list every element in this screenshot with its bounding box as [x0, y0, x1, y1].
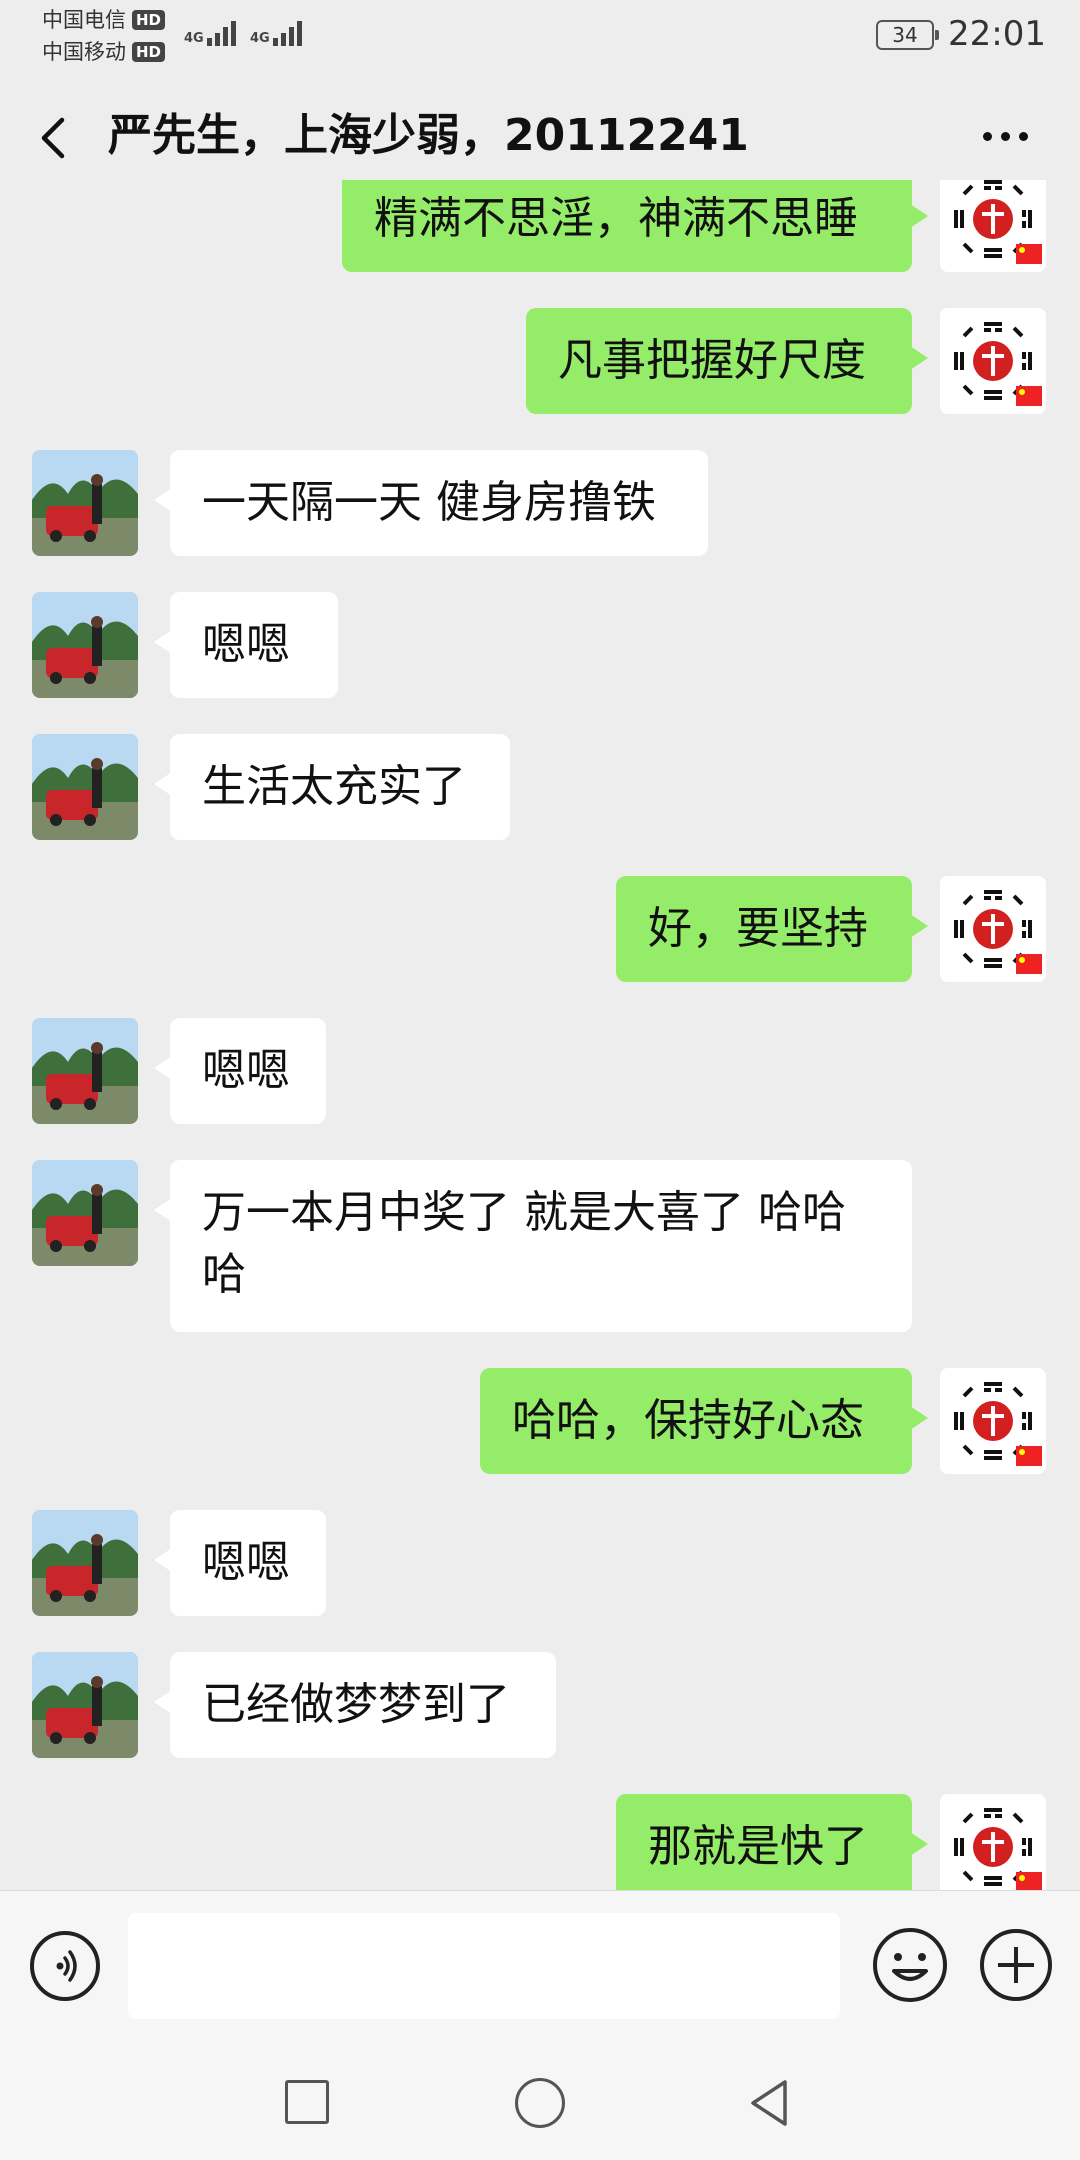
system-nav-bar	[0, 2040, 1080, 2160]
contact-photo-icon	[32, 734, 138, 840]
carrier-name-1: 中国电信	[42, 8, 126, 32]
back-button[interactable]	[28, 110, 78, 166]
status-bar: 中国电信 HD 中国移动 HD 4G 4G 34 22:01	[0, 0, 1080, 70]
contact-avatar[interactable]	[32, 734, 138, 840]
hd-badge: HD	[132, 42, 166, 62]
contact-avatar[interactable]	[32, 592, 138, 698]
contact-avatar[interactable]	[32, 1018, 138, 1124]
contact-photo-icon	[32, 1018, 138, 1124]
my-avatar[interactable]	[940, 308, 1046, 414]
message-bubble-received[interactable]: 一天隔一天 健身房撸铁	[154, 450, 708, 556]
triangle-back-icon	[751, 2080, 787, 2126]
bagua-logo-icon	[940, 1794, 1046, 1890]
contact-avatar[interactable]	[32, 1160, 138, 1266]
network-type-label: 4G	[184, 31, 204, 46]
bagua-logo-icon	[940, 876, 1046, 982]
recent-apps-button[interactable]	[285, 2080, 329, 2124]
message-bubble-received[interactable]: 万一本月中奖了 就是大喜了 哈哈哈	[154, 1160, 912, 1332]
message-bubble-sent[interactable]: 好，要坚持	[616, 876, 928, 982]
chevron-left-icon	[41, 117, 65, 159]
battery-level: 34	[892, 23, 918, 47]
my-avatar[interactable]	[940, 1794, 1046, 1890]
clock: 22:01	[948, 14, 1046, 54]
emoji-icon	[873, 1928, 947, 2002]
message-bubble-sent[interactable]: 那就是快了	[616, 1794, 928, 1890]
voice-button[interactable]	[30, 1931, 100, 2001]
carrier-name-2: 中国移动	[42, 40, 126, 64]
bagua-logo-icon	[940, 308, 1046, 414]
contact-avatar[interactable]	[32, 1510, 138, 1616]
emoji-button[interactable]	[870, 1925, 950, 2005]
more-functions-button[interactable]	[978, 1927, 1054, 2003]
bagua-logo-icon	[940, 1368, 1046, 1474]
network-type-label: 4G	[250, 31, 270, 46]
bagua-logo-icon	[940, 180, 1046, 272]
more-options-button[interactable]	[970, 108, 1040, 164]
contact-photo-icon	[32, 592, 138, 698]
message-input[interactable]	[128, 1913, 840, 2019]
contact-photo-icon	[32, 1160, 138, 1266]
message-bubble-sent[interactable]: 凡事把握好尺度	[526, 308, 928, 414]
contact-photo-icon	[32, 1652, 138, 1758]
chat-title: 严先生，上海少弱，20112241	[108, 110, 749, 161]
my-avatar[interactable]	[940, 1368, 1046, 1474]
message-bubble-sent[interactable]: 精满不思淫，神满不思睡	[342, 180, 928, 272]
hd-badge: HD	[132, 10, 166, 30]
contact-photo-icon	[32, 450, 138, 556]
my-avatar[interactable]	[940, 180, 1046, 272]
message-bubble-received[interactable]: 嗯嗯	[154, 592, 338, 698]
signal-icon: 4G	[250, 20, 302, 46]
message-bubble-sent[interactable]: 哈哈，保持好心态	[480, 1368, 928, 1474]
carrier-info: 中国电信 HD 中国移动 HD	[42, 4, 166, 68]
contact-avatar[interactable]	[32, 1652, 138, 1758]
contact-avatar[interactable]	[32, 450, 138, 556]
system-back-button[interactable]	[745, 2076, 795, 2130]
my-avatar[interactable]	[940, 876, 1046, 982]
chat-header: 严先生，上海少弱，20112241	[0, 96, 1080, 180]
message-bubble-received[interactable]: 嗯嗯	[154, 1018, 326, 1124]
voice-icon	[56, 1950, 77, 1982]
message-bubble-received[interactable]: 生活太充实了	[154, 734, 510, 840]
message-bubble-received[interactable]: 已经做梦梦到了	[154, 1652, 556, 1758]
signal-icon: 4G	[184, 20, 236, 46]
message-list[interactable]: 精满不思淫，神满不思睡 凡事把握好尺度 一天隔一天 健身房撸铁 嗯嗯 生活太充实…	[0, 180, 1080, 1890]
battery-icon: 34	[876, 20, 939, 50]
contact-photo-icon	[32, 1510, 138, 1616]
more-horizontal-icon	[982, 131, 992, 141]
home-button[interactable]	[515, 2078, 565, 2128]
input-bar	[0, 1890, 1080, 2041]
plus-icon	[980, 1929, 1052, 2001]
message-bubble-received[interactable]: 嗯嗯	[154, 1510, 326, 1616]
